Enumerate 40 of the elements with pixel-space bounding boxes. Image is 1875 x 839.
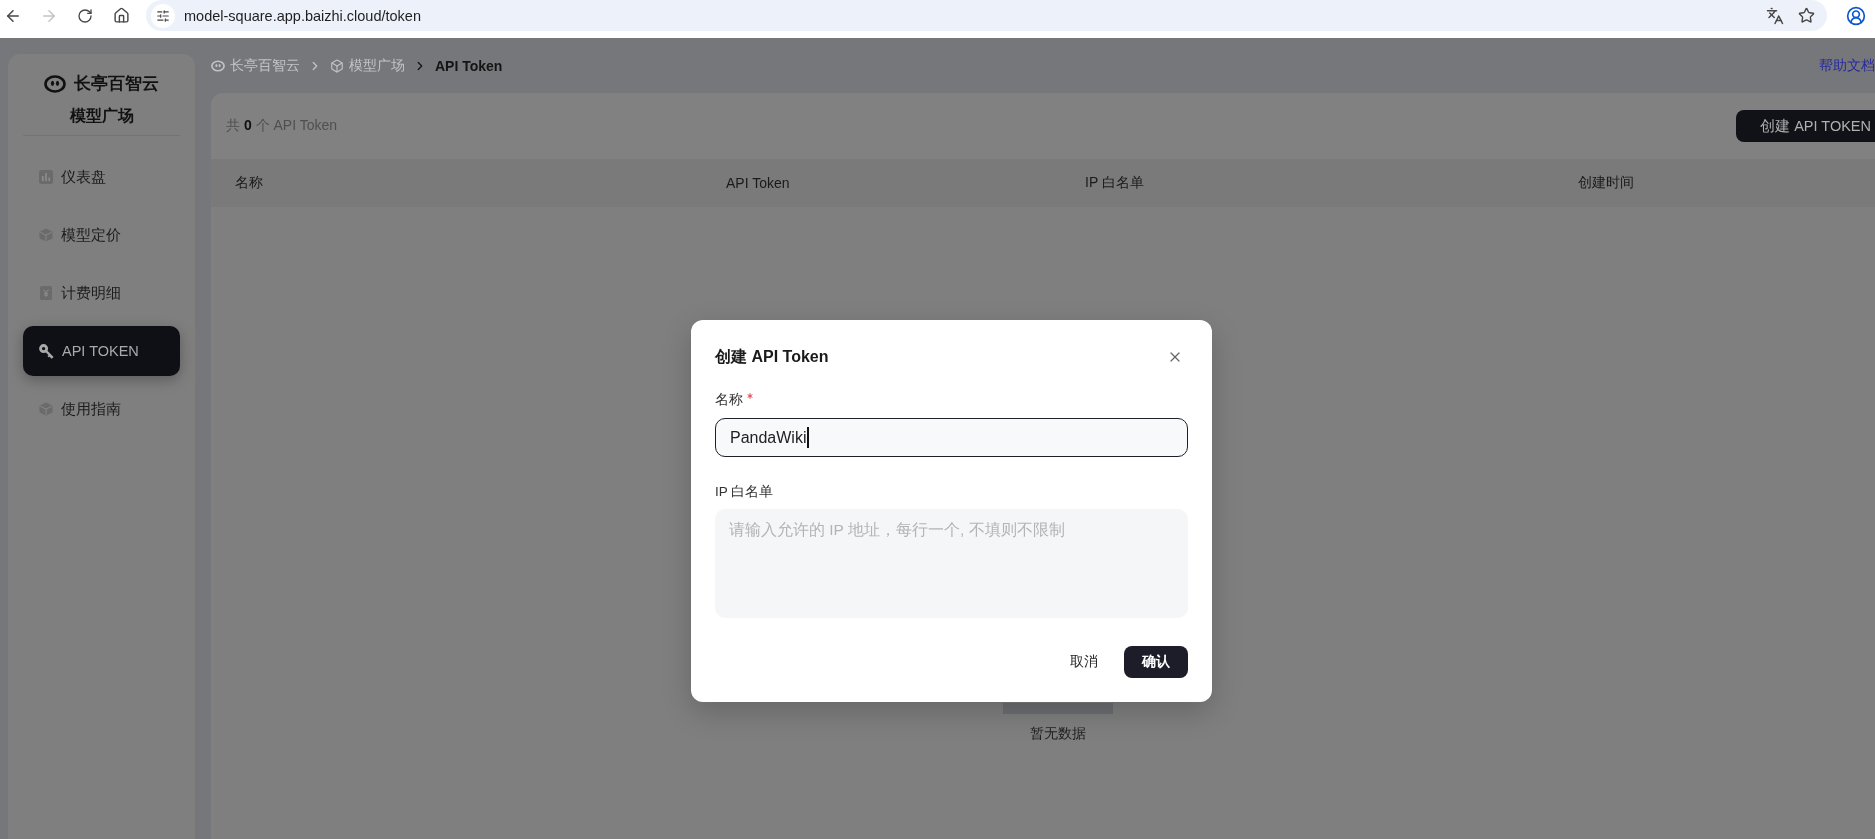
field-label: IP 白名单 bbox=[715, 483, 774, 501]
sidebar-item[interactable]: 使用指南 bbox=[23, 384, 180, 434]
column-header: IP 白名单 bbox=[1085, 174, 1144, 192]
home-icon[interactable] bbox=[112, 7, 130, 24]
sidebar-item[interactable]: API TOKEN bbox=[23, 326, 180, 376]
breadcrumb-link[interactable]: 长亭百智云 bbox=[211, 57, 300, 75]
cube-icon bbox=[39, 228, 53, 242]
brand-name: 长亭百智云 bbox=[74, 73, 159, 94]
profile-icon[interactable] bbox=[1846, 5, 1866, 26]
address-bar[interactable]: model-square.app.baizhi.cloud/token bbox=[146, 0, 1827, 31]
dialog-title: 创建 API Token bbox=[715, 346, 829, 367]
cancel-button[interactable]: 取消 bbox=[1056, 646, 1112, 678]
column-header: 名称 bbox=[235, 174, 263, 192]
text-cursor-icon bbox=[807, 427, 809, 448]
url-text: model-square.app.baizhi.cloud/token bbox=[184, 7, 421, 24]
cube-icon bbox=[39, 402, 53, 416]
star-icon[interactable] bbox=[1798, 7, 1815, 24]
logo-icon bbox=[44, 75, 66, 93]
sidebar-item[interactable]: 计费明细 bbox=[23, 268, 180, 318]
help-link[interactable]: 帮助文档 bbox=[1819, 57, 1875, 75]
cube-icon bbox=[330, 59, 344, 73]
translate-icon[interactable] bbox=[1766, 6, 1784, 25]
key-icon bbox=[39, 343, 54, 359]
column-header: API Token bbox=[726, 175, 790, 191]
breadcrumb-current: API Token bbox=[435, 58, 503, 74]
sidebar-item[interactable]: 模型定价 bbox=[23, 210, 180, 260]
column-header: 创建时间 bbox=[1578, 174, 1634, 192]
breadcrumb-link[interactable]: 模型广场 bbox=[330, 57, 405, 75]
confirm-button[interactable]: 确认 bbox=[1124, 646, 1188, 678]
site-settings-icon[interactable] bbox=[151, 3, 175, 28]
bar-chart-icon bbox=[39, 170, 53, 184]
reload-icon[interactable] bbox=[77, 7, 93, 24]
empty-state-text: 暂无数据 bbox=[1029, 724, 1086, 743]
logo-icon bbox=[211, 60, 225, 72]
field-label: 名称 bbox=[715, 391, 743, 409]
name-input[interactable]: PandaWiki bbox=[715, 418, 1188, 457]
create-token-button[interactable]: 创建 API TOKEN bbox=[1736, 110, 1875, 142]
yen-document-icon bbox=[39, 286, 53, 300]
sidebar-item[interactable]: 仪表盘 bbox=[23, 152, 180, 202]
sidebar-subtitle: 模型广场 bbox=[68, 106, 135, 126]
